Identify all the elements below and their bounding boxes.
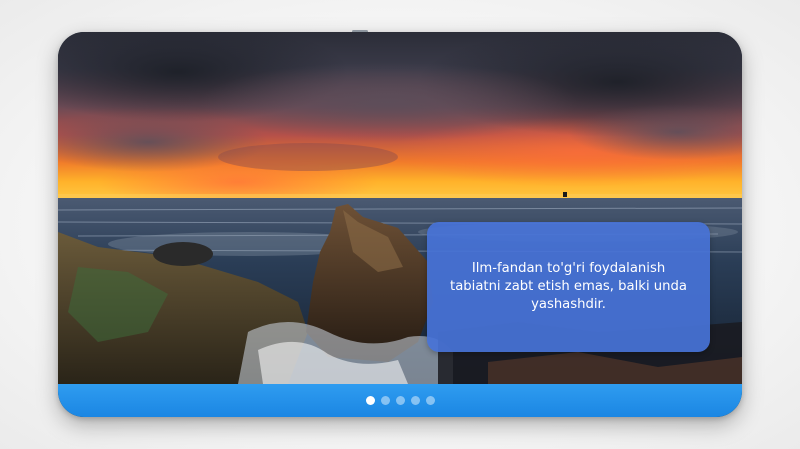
slide-dot-1[interactable] — [365, 396, 375, 405]
quote-text: Ilm-fandan to'g'ri foydalanish tabiatni … — [450, 261, 687, 312]
slider-footer-bar — [58, 384, 742, 417]
slide-pagination — [58, 384, 742, 417]
slide-dot-4[interactable] — [410, 396, 420, 405]
quote-box: Ilm-fandan to'g'ri foydalanish tabiatni … — [427, 222, 710, 352]
slide-dot-3[interactable] — [395, 396, 405, 405]
slider-card: Ilm-fandan to'g'ri foydalanish tabiatni … — [58, 32, 742, 417]
slide-dot-5[interactable] — [425, 396, 435, 405]
slide-dot-2[interactable] — [380, 396, 390, 405]
page-stage: Ilm-fandan to'g'ri foydalanish tabiatni … — [0, 0, 800, 449]
